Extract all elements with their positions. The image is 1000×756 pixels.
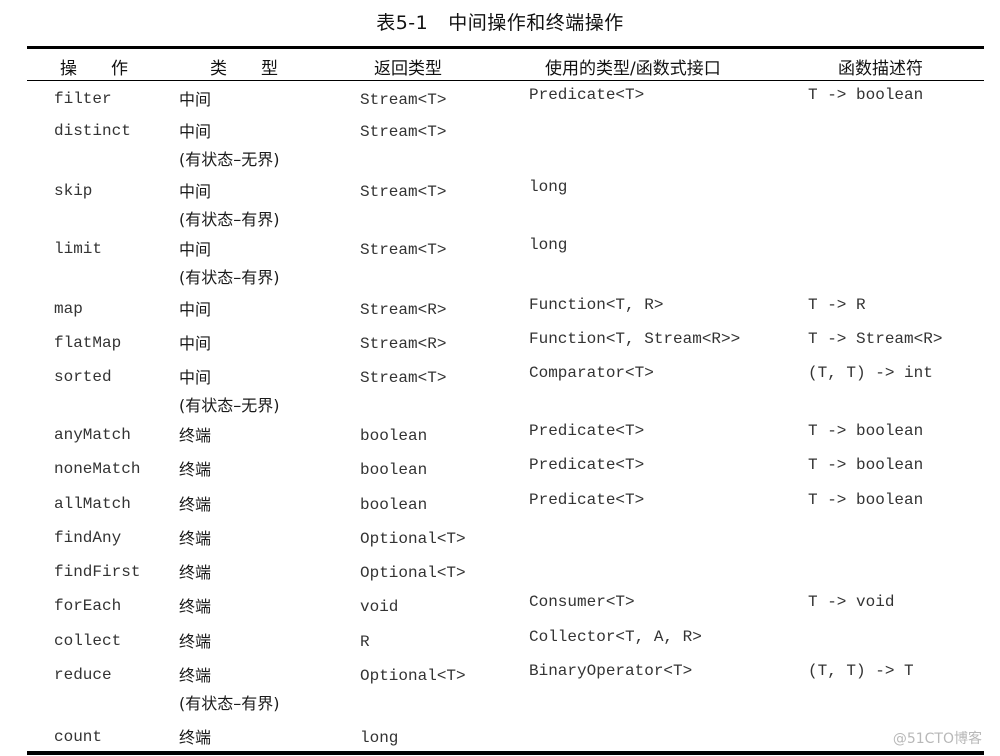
return-type: Stream<T>: [360, 91, 447, 109]
operation-type: 中间: [179, 334, 212, 353]
table-number: 表5-1: [376, 12, 429, 34]
table-title: 中间操作和终端操作: [448, 12, 624, 34]
header-descriptor: 函数描述符: [838, 59, 923, 79]
function-descriptor: T -> R: [808, 296, 866, 314]
operation-type: 终端: [179, 666, 212, 685]
header-type: 类 型: [210, 59, 278, 79]
function-descriptor: T -> boolean: [808, 86, 924, 104]
operation-type: 终端: [179, 728, 212, 747]
operation-name: findAny: [54, 529, 122, 547]
operation-type-note: (有状态–无界): [179, 150, 280, 169]
return-type: Stream<T>: [360, 241, 447, 259]
function-descriptor: T -> boolean: [808, 491, 924, 509]
operation-name: distinct: [54, 122, 131, 140]
header-functional-interface: 使用的类型/函数式接口: [545, 59, 721, 79]
operation-type: 中间: [179, 90, 212, 109]
operation-type: 终端: [179, 597, 212, 616]
return-type: Stream<T>: [360, 369, 447, 387]
return-type: boolean: [360, 427, 428, 445]
operation-name: filter: [54, 90, 112, 108]
function-descriptor: (T, T) -> int: [808, 364, 933, 382]
return-type: Stream<R>: [360, 301, 447, 319]
table-bottom-rule: [27, 751, 984, 755]
operation-type: 中间: [179, 368, 212, 387]
table-header-rule: [27, 80, 984, 81]
functional-interface: Function<T, Stream<R>>: [529, 330, 741, 348]
functional-interface: Predicate<T>: [529, 491, 645, 509]
operation-name: skip: [54, 182, 93, 200]
return-type: long: [360, 729, 399, 747]
return-type: Optional<T>: [360, 564, 466, 582]
operation-type: 中间: [179, 300, 212, 319]
operation-type: 终端: [179, 426, 212, 445]
operation-name: sorted: [54, 368, 112, 386]
operation-type-note: (有状态–有界): [179, 268, 280, 287]
operation-type: 终端: [179, 460, 212, 479]
return-type: boolean: [360, 496, 428, 514]
functional-interface: Predicate<T>: [529, 422, 645, 440]
operation-type: 中间: [179, 182, 212, 201]
functional-interface: Comparator<T>: [529, 364, 654, 382]
function-descriptor: (T, T) -> T: [808, 662, 914, 680]
functional-interface: Predicate<T>: [529, 86, 645, 104]
function-descriptor: T -> void: [808, 593, 895, 611]
return-type: void: [360, 598, 399, 616]
operation-type-note: (有状态–有界): [179, 210, 280, 229]
return-type: Optional<T>: [360, 530, 466, 548]
operation-name: collect: [54, 632, 122, 650]
functional-interface: Predicate<T>: [529, 456, 645, 474]
operation-type: 终端: [179, 529, 212, 548]
return-type: Stream<R>: [360, 335, 447, 353]
watermark: @51CTO博客: [892, 731, 982, 747]
table-caption: 表5-1 中间操作和终端操作: [0, 8, 1000, 35]
return-type: Optional<T>: [360, 667, 466, 685]
functional-interface: BinaryOperator<T>: [529, 662, 693, 680]
operation-name: findFirst: [54, 563, 141, 581]
operation-name: anyMatch: [54, 426, 131, 444]
header-operation: 操 作: [60, 59, 128, 79]
operation-type: 终端: [179, 495, 212, 514]
operation-type-note: (有状态–有界): [179, 694, 280, 713]
operation-type: 终端: [179, 563, 212, 582]
return-type: Stream<T>: [360, 123, 447, 141]
operation-name: forEach: [54, 597, 122, 615]
operation-name: noneMatch: [54, 460, 141, 478]
table-top-rule: [27, 46, 984, 49]
return-type: boolean: [360, 461, 428, 479]
function-descriptor: T -> boolean: [808, 422, 924, 440]
operation-name: count: [54, 728, 103, 746]
functional-interface: Function<T, R>: [529, 296, 664, 314]
operation-name: limit: [54, 240, 103, 258]
operation-name: allMatch: [54, 495, 131, 513]
functional-interface: long: [529, 236, 568, 254]
operation-type-note: (有状态–无界): [179, 396, 280, 415]
return-type: R: [360, 633, 370, 651]
header-return-type: 返回类型: [374, 59, 442, 79]
functional-interface: Consumer<T>: [529, 593, 635, 611]
functional-interface: Collector<T, A, R>: [529, 628, 702, 646]
operation-type: 中间: [179, 240, 212, 259]
function-descriptor: T -> boolean: [808, 456, 924, 474]
functional-interface: long: [529, 178, 568, 196]
operation-type: 终端: [179, 632, 212, 651]
return-type: Stream<T>: [360, 183, 447, 201]
function-descriptor: T -> Stream<R>: [808, 330, 943, 348]
operation-name: map: [54, 300, 83, 318]
operation-name: reduce: [54, 666, 112, 684]
operation-type: 中间: [179, 122, 212, 141]
operation-name: flatMap: [54, 334, 122, 352]
